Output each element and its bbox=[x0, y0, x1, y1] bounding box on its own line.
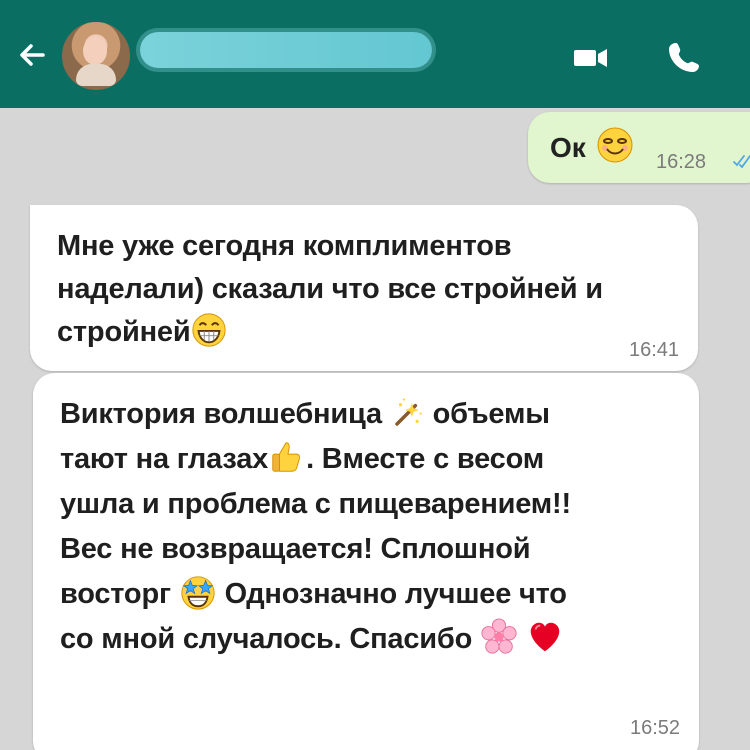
message-segment: Однозначно лучшее что bbox=[224, 578, 567, 610]
chat-header bbox=[0, 0, 750, 108]
message-line: наделали) сказали что все стройней и bbox=[57, 273, 603, 305]
contact-name[interactable] bbox=[140, 32, 432, 68]
star-struck-icon bbox=[179, 573, 217, 611]
cherry-blossom-icon bbox=[480, 618, 518, 656]
video-camera-icon bbox=[574, 49, 607, 67]
arrow-left-icon bbox=[20, 44, 45, 66]
message-time: 16:52 bbox=[630, 717, 681, 739]
contact-avatar[interactable] bbox=[60, 20, 132, 92]
message-segment: со мной случалось. Спасибо bbox=[60, 623, 473, 655]
voice-call-button[interactable] bbox=[665, 38, 703, 76]
message-line: Мне уже сегодня комплиментов bbox=[57, 230, 512, 262]
grinning-face-icon bbox=[190, 311, 228, 349]
message-segment: объемы bbox=[432, 398, 550, 430]
message-time: 16:41 bbox=[629, 339, 680, 361]
message-line: стройней bbox=[57, 316, 191, 348]
smiling-face-icon bbox=[595, 125, 635, 165]
message-text: Ок bbox=[550, 132, 586, 163]
message-line: ушла и проблема с пищеварением!! bbox=[60, 488, 571, 520]
message-segment: тают на глазах bbox=[60, 443, 269, 475]
incoming-message[interactable]: Виктория волшебница объемы тают на глаза… bbox=[33, 373, 699, 750]
message-text: Мне уже сегодня комплиментов наделали) с… bbox=[57, 225, 677, 354]
message-text: Виктория волшебница объемы тают на глаза… bbox=[60, 392, 680, 662]
outgoing-message[interactable]: Ок 16:28 bbox=[528, 112, 750, 183]
message-segment: Виктория волшебница bbox=[60, 398, 382, 430]
thumbs-up-icon bbox=[268, 438, 306, 476]
incoming-message[interactable]: Мне уже сегодня комплиментов наделали) с… bbox=[30, 205, 698, 371]
magic-wand-icon bbox=[390, 396, 425, 431]
heart-icon bbox=[526, 618, 564, 656]
message-segment: . Вместе с весом bbox=[306, 443, 544, 475]
message-segment: восторг bbox=[60, 578, 171, 610]
back-button[interactable] bbox=[16, 38, 50, 72]
phone-icon bbox=[669, 43, 699, 72]
whatsapp-chat-screen: Ок 16:28 Мне уже сегодня комплиментов на… bbox=[0, 0, 750, 750]
message-time: 16:28 bbox=[656, 151, 707, 173]
double-check-icon bbox=[733, 152, 750, 170]
video-call-button[interactable] bbox=[570, 43, 612, 71]
message-line: Вес не возвращается! Сплошной bbox=[60, 533, 531, 565]
